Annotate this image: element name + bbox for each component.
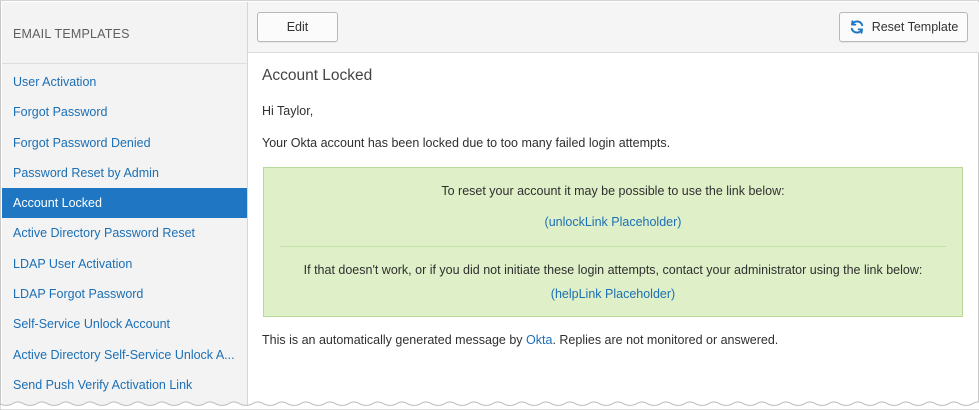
sidebar-item-self-service-unlock[interactable]: Self-Service Unlock Account — [2, 309, 247, 339]
sidebar-item-ldap-forgot-password[interactable]: LDAP Forgot Password — [2, 279, 247, 309]
sidebar-item-ad-self-service-unlock[interactable]: Active Directory Self-Service Unlock A..… — [2, 340, 247, 370]
callout-reset-instruction: To reset your account it may be possible… — [441, 184, 785, 198]
toolbar: Edit Reset Template — [248, 2, 979, 53]
sidebar-item-forgot-password-denied[interactable]: Forgot Password Denied — [2, 128, 247, 158]
sidebar-header: EMAIL TEMPLATES — [2, 2, 247, 64]
unlock-link-placeholder[interactable]: (unlockLink Placeholder) — [264, 215, 962, 229]
help-link-placeholder[interactable]: (helpLink Placeholder) — [264, 287, 962, 301]
edit-button[interactable]: Edit — [257, 12, 338, 42]
sidebar-item-push-verify-activation[interactable]: Send Push Verify Activation Link — [2, 370, 247, 400]
footer-text-end: . Replies are not monitored or answered. — [552, 333, 779, 347]
template-list: User Activation Forgot Password Forgot P… — [2, 67, 247, 400]
sidebar-item-account-locked[interactable]: Account Locked — [2, 188, 247, 219]
sidebar: EMAIL TEMPLATES User Activation Forgot P… — [2, 2, 248, 410]
reset-callout-box: To reset your account it may be possible… — [263, 167, 963, 317]
refresh-icon — [849, 19, 865, 35]
email-title: Account Locked — [262, 67, 373, 84]
footer-text-start: This is an automatically generated messa… — [262, 333, 527, 347]
sidebar-item-user-activation[interactable]: User Activation — [2, 67, 247, 97]
okta-link[interactable]: Okta — [526, 333, 552, 347]
sidebar-item-password-reset-by-admin[interactable]: Password Reset by Admin — [2, 158, 247, 188]
torn-edge-decoration — [0, 401, 979, 410]
email-footer: This is an automatically generated messa… — [262, 333, 778, 347]
app-frame: EMAIL TEMPLATES User Activation Forgot P… — [0, 0, 979, 410]
sidebar-item-ldap-user-activation[interactable]: LDAP User Activation — [2, 249, 247, 279]
reset-template-button[interactable]: Reset Template — [839, 12, 968, 42]
callout-divider — [280, 246, 946, 247]
sidebar-item-ad-password-reset[interactable]: Active Directory Password Reset — [2, 218, 247, 248]
sidebar-item-forgot-password[interactable]: Forgot Password — [2, 97, 247, 127]
email-preview: Account Locked Hi Taylor, Your Okta acco… — [248, 54, 979, 410]
reset-template-label: Reset Template — [871, 20, 959, 34]
callout-contact-instruction: If that doesn't work, or if you did not … — [303, 263, 923, 277]
email-greeting: Hi Taylor, — [262, 104, 314, 118]
email-body: Your Okta account has been locked due to… — [262, 136, 671, 150]
